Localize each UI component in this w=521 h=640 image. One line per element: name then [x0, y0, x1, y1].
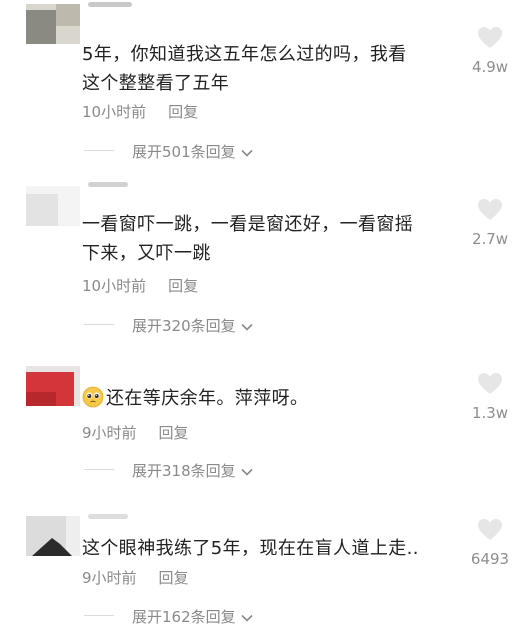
avatar[interactable] — [26, 4, 80, 44]
expand-replies-label: 展开162条回复 — [132, 608, 236, 626]
expand-replies-button[interactable]: 展开318条回复 — [84, 460, 284, 480]
avatar[interactable] — [26, 516, 80, 556]
comment-meta: 10小时前 回复 — [82, 101, 198, 122]
expand-replies-label: 展开318条回复 — [132, 462, 236, 480]
avatar[interactable] — [26, 186, 80, 226]
like-button[interactable]: 4.9w — [462, 26, 518, 76]
reply-button[interactable]: 回复 — [159, 569, 189, 587]
chevron-down-icon — [241, 614, 253, 622]
divider-line — [84, 150, 114, 151]
heart-icon — [478, 199, 502, 220]
username-blurred — [88, 2, 132, 7]
expand-replies-button[interactable]: 展开501条回复 — [84, 141, 284, 161]
chevron-down-icon — [241, 323, 253, 331]
comment-text: 还在等庆余年。萍萍呀。 — [82, 384, 452, 413]
heart-icon — [478, 27, 502, 48]
avatar[interactable] — [26, 366, 80, 406]
timestamp: 10小时前 — [82, 103, 147, 121]
like-count: 6493 — [470, 550, 510, 568]
reply-button[interactable]: 回复 — [168, 103, 198, 121]
timestamp: 10小时前 — [82, 277, 147, 295]
username-blurred — [88, 514, 128, 519]
timestamp: 9小时前 — [82, 569, 137, 587]
like-count: 2.7w — [471, 230, 509, 248]
comment-meta: 10小时前 回复 — [82, 275, 198, 296]
comment-text: 一看窗吓一跳，一看是窗还好，一看窗摇 下来，又吓一跳 — [82, 214, 414, 264]
divider-line — [84, 324, 114, 325]
reply-button[interactable]: 回复 — [159, 424, 189, 442]
username-blurred — [88, 182, 128, 187]
like-button[interactable]: 1.3w — [462, 372, 518, 422]
expand-replies-label: 展开501条回复 — [132, 143, 236, 161]
comment-text: 这个眼神我练了5年，现在在盲人道上走.. — [82, 538, 419, 559]
heart-icon — [478, 519, 502, 540]
expand-replies-label: 展开320条回复 — [132, 317, 236, 335]
divider-line — [84, 469, 114, 470]
heart-icon — [478, 373, 502, 394]
reply-button[interactable]: 回复 — [168, 277, 198, 295]
like-button[interactable]: 6493 — [462, 518, 518, 568]
chevron-down-icon — [241, 468, 253, 476]
like-count: 1.3w — [471, 404, 509, 422]
like-button[interactable]: 2.7w — [462, 198, 518, 248]
comment-meta: 9小时前 回复 — [82, 422, 189, 443]
pleading-face-emoji — [82, 386, 104, 408]
expand-replies-button[interactable]: 展开320条回复 — [84, 315, 284, 335]
divider-line — [84, 615, 114, 616]
timestamp: 9小时前 — [82, 424, 137, 442]
expand-replies-button[interactable]: 展开162条回复 — [84, 606, 284, 626]
chevron-down-icon — [241, 149, 253, 157]
comment-meta: 9小时前 回复 — [82, 567, 189, 588]
comment-text: 5年，你知道我这五年怎么过的吗，我看 这个整整看了五年 — [82, 44, 407, 94]
like-count: 4.9w — [471, 58, 509, 76]
